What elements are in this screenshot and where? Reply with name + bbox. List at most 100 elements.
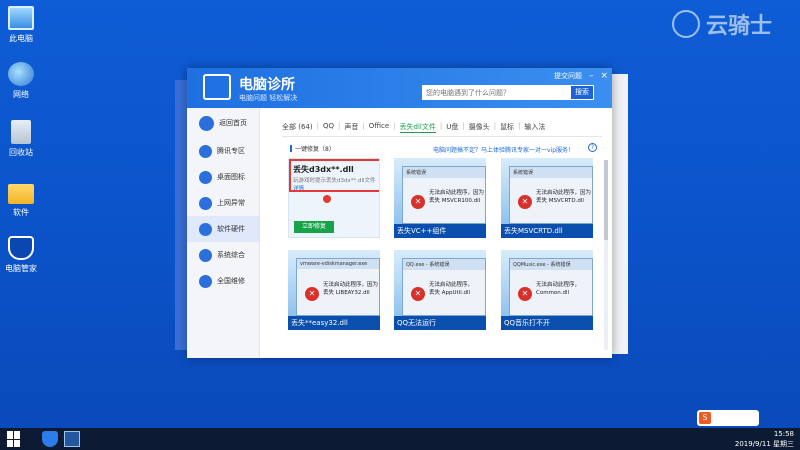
vip-service-link[interactable]: 电脑问题搞不定？马上体验腾讯专家一对一vip服务！ [433,145,574,154]
problem-card[interactable]: 系统错误 ✕ 无法启动此程序，因为 丢失 MSVCR100.dll 丢失VC++组… [394,158,486,238]
desktop-icon [199,170,212,184]
card-caption: QQ音乐打不开 [501,316,593,330]
sidebar-item-label: 全国维修 [217,277,245,285]
sidebar: 返回首页 腾讯专区 桌面图标 上网异常 软件硬件 系统综合 全国维修 [187,108,260,358]
sidebar-item-desktop-icons[interactable]: 桌面图标 [187,164,259,190]
problem-card[interactable]: QQMusic.exe - 系统错误 ✕ 无法启动此程序， Common.dll … [501,250,593,330]
search-button[interactable]: 搜索 [570,85,594,100]
watermark-text: 云骑士 [705,14,772,39]
tab-mouse[interactable]: 鼠标 [500,122,514,133]
sidebar-item-tencent[interactable]: 腾讯专区 [187,138,259,164]
folder-icon [8,184,34,204]
feedback-link[interactable]: 提交问题 [554,71,582,81]
tab-qq[interactable]: QQ [323,122,334,133]
dialog-title: vmware-vdiskmanager.exe [297,259,379,269]
problem-card[interactable]: vmware-vdiskmanager.exe ✕ 无法启动此程序，因为 丢失 L… [288,250,380,330]
sogou-icon: S [699,412,711,424]
error-dialog-preview: QQ.exe - 系统错误 ✕ 无法启动此程序， 丢失 AppUtil.dll [402,258,486,316]
scrollbar[interactable] [604,160,608,350]
back-arrow-icon [199,115,214,131]
error-dialog-preview: vmware-vdiskmanager.exe ✕ 无法启动此程序，因为 丢失 L… [296,258,380,316]
error-icon: ✕ [305,287,319,301]
error-icon: ✕ [518,287,532,301]
browser-icon [199,196,212,210]
pc-manager-taskbar-icon[interactable] [42,431,58,447]
card-thumbnail: 系统错误 ✕ 无法启动此程序，因为 丢失 MSVCRTD.dll [501,158,593,224]
title-bar: 电脑诊所 电脑问题 轻松解决 提交问题 – × 搜索 [187,68,612,108]
desktop-icon-this-pc[interactable]: 此电脑 [3,6,39,44]
error-dialog-preview: QQMusic.exe - 系统错误 ✕ 无法启动此程序， Common.dll [509,258,593,316]
help-icon[interactable]: ? [588,143,597,152]
card-thumbnail: vmware-vdiskmanager.exe ✕ 无法启动此程序，因为 丢失 L… [288,250,380,316]
desktop-icon-label: 网络 [13,90,29,99]
desktop-icon-software[interactable]: 软件 [3,180,39,218]
error-icon: ✕ [411,287,425,301]
highlight-box [289,159,379,192]
card-body: 丢失d3dx**.dll 玩游戏时提示丢失d3dx**.dll文件 详情 立即修… [288,158,380,238]
sidebar-item-system[interactable]: 系统综合 [187,242,259,268]
system-icon [199,248,212,262]
divider [282,136,602,137]
tab-all[interactable]: 全部 (64) [282,122,313,133]
fix-now-button[interactable]: 立即修复 [294,221,334,233]
sidebar-item-home[interactable]: 返回首页 [187,108,259,138]
tab-input-method[interactable]: 输入法 [524,122,545,133]
dialog-message: 无法启动此程序， 丢失 AppUtil.dll [429,282,474,296]
error-icon: ✕ [518,195,532,209]
tab-missing-dll[interactable]: 丢失dll文件 [399,122,436,133]
sidebar-item-repair[interactable]: 全国维修 [187,268,259,294]
error-dialog-preview: 系统错误 ✕ 无法启动此程序，因为 丢失 MSVCRTD.dll [509,166,593,224]
card-caption: QQ无法运行 [394,316,486,330]
app-subtitle: 电脑问题 轻松解决 [239,94,298,102]
taskbar: 15:58 2019/9/11 星期三 [0,428,800,450]
input-method-bar[interactable]: S [697,410,759,426]
card-thumbnail: QQ.exe - 系统错误 ✕ 无法启动此程序， 丢失 AppUtil.dll [394,250,486,316]
minimize-icon[interactable]: – [589,71,594,81]
monitor-icon [203,74,231,100]
network-icon [8,62,34,86]
desktop-icon-label: 回收站 [9,148,33,157]
tab-camera[interactable]: 摄像头 [469,122,490,133]
sidebar-item-label: 软件硬件 [217,225,245,233]
window-controls: 提交问题 – × [554,71,608,81]
problem-card[interactable]: 系统错误 ✕ 无法启动此程序，因为 丢失 MSVCRTD.dll 丢失MSVCRT… [501,158,593,238]
dialog-title: QQ.exe - 系统错误 [403,259,485,270]
tab-office[interactable]: Office [369,122,389,133]
card-caption: 丢失VC++组件 [394,224,486,238]
watermark: 云骑士 [671,8,772,40]
pc-clinic-taskbar-icon[interactable] [64,431,80,447]
app-window: 电脑诊所 电脑问题 轻松解决 提交问题 – × 搜索 返回首页 腾讯专区 桌面图… [187,68,612,358]
close-icon[interactable]: × [600,71,608,81]
desktop-icon-pc-manager[interactable]: 电脑管家 [3,236,39,274]
desktop-icon-label: 软件 [13,208,29,217]
start-button[interactable] [7,431,23,447]
error-dialog-preview: 系统错误 ✕ 无法启动此程序，因为 丢失 MSVCR100.dll [402,166,486,224]
dialog-message: 无法启动此程序，因为 丢失 MSVCRTD.dll [536,190,592,204]
search-input[interactable] [422,85,570,100]
scrollbar-thumb[interactable] [604,160,608,240]
system-tray: 15:58 2019/9/11 星期三 [735,429,794,449]
background-window-edge [612,74,628,354]
desktop-icon-label: 此电脑 [9,34,33,43]
problem-card[interactable]: QQ.exe - 系统错误 ✕ 无法启动此程序， 丢失 AppUtil.dll Q… [394,250,486,330]
sidebar-item-label: 桌面图标 [217,173,245,181]
sidebar-item-software-hardware[interactable]: 软件硬件 [187,216,259,242]
desktop-icon-label: 电脑管家 [5,264,37,273]
sidebar-item-network[interactable]: 上网异常 [187,190,259,216]
desktop-icon-network[interactable]: 网络 [3,62,39,100]
shield-icon [8,236,34,260]
dialog-message: 无法启动此程序， Common.dll [536,282,581,296]
app-title: 电脑诊所 [239,77,295,93]
main-content: 全部 (64) | QQ | 声音 | Office | 丢失dll文件 | U盘 | 摄像… [260,108,612,358]
tab-sound[interactable]: 声音 [344,122,358,133]
sidebar-item-label: 返回首页 [219,119,247,127]
clock-time[interactable]: 15:58 [735,429,794,439]
computer-icon [8,6,34,30]
clock-date[interactable]: 2019/9/11 星期三 [735,439,794,449]
dialog-message: 无法启动此程序，因为 丢失 MSVCR100.dll [429,190,485,204]
tab-usb[interactable]: U盘 [446,122,458,133]
problem-card[interactable]: 丢失d3dx**.dll 玩游戏时提示丢失d3dx**.dll文件 详情 立即修… [288,158,380,238]
desktop-icon-recycle-bin[interactable]: 回收站 [3,120,39,158]
wrench-icon [199,274,212,288]
sidebar-item-label: 系统综合 [217,251,245,259]
